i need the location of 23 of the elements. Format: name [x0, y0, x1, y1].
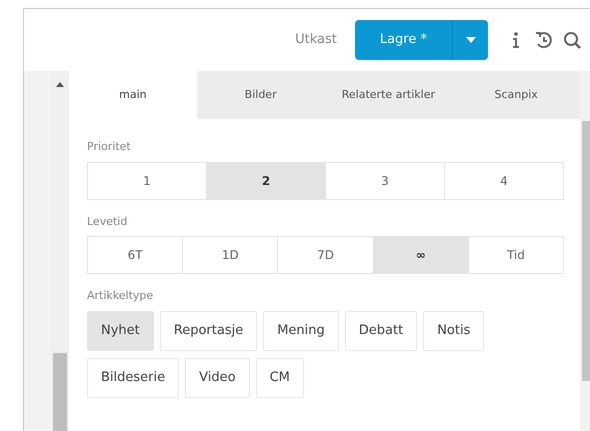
scrollbar-thumb[interactable] — [53, 353, 67, 431]
dropdown-button[interactable] — [452, 20, 488, 60]
scroll-up-icon[interactable] — [56, 81, 64, 87]
info-icon — [512, 32, 520, 48]
history-icon — [535, 31, 553, 49]
caret-icon — [466, 37, 476, 43]
option-button[interactable]: CM — [256, 358, 304, 398]
option-button[interactable]: ∞ — [372, 237, 468, 273]
option-button[interactable]: Video — [185, 358, 250, 398]
option-button[interactable]: Nyhet — [87, 310, 154, 350]
option-button[interactable]: Debatt — [344, 310, 418, 350]
option-button[interactable]: Mening — [263, 310, 339, 350]
scrollbar-thumb[interactable] — [582, 121, 590, 381]
option-button[interactable]: Bildeserie — [87, 358, 180, 398]
field-label: Prioritet — [87, 139, 132, 155]
status-label: Utkast — [295, 31, 337, 50]
tab[interactable]: main — [69, 71, 197, 119]
option-button[interactable]: 2 — [206, 162, 325, 198]
option-button[interactable]: Notis — [423, 310, 484, 350]
field-label: Artikkeltype — [87, 288, 154, 304]
field-label: Levetid — [87, 214, 128, 230]
search-icon — [563, 31, 581, 49]
option-button[interactable]: Reportasje — [160, 310, 258, 350]
